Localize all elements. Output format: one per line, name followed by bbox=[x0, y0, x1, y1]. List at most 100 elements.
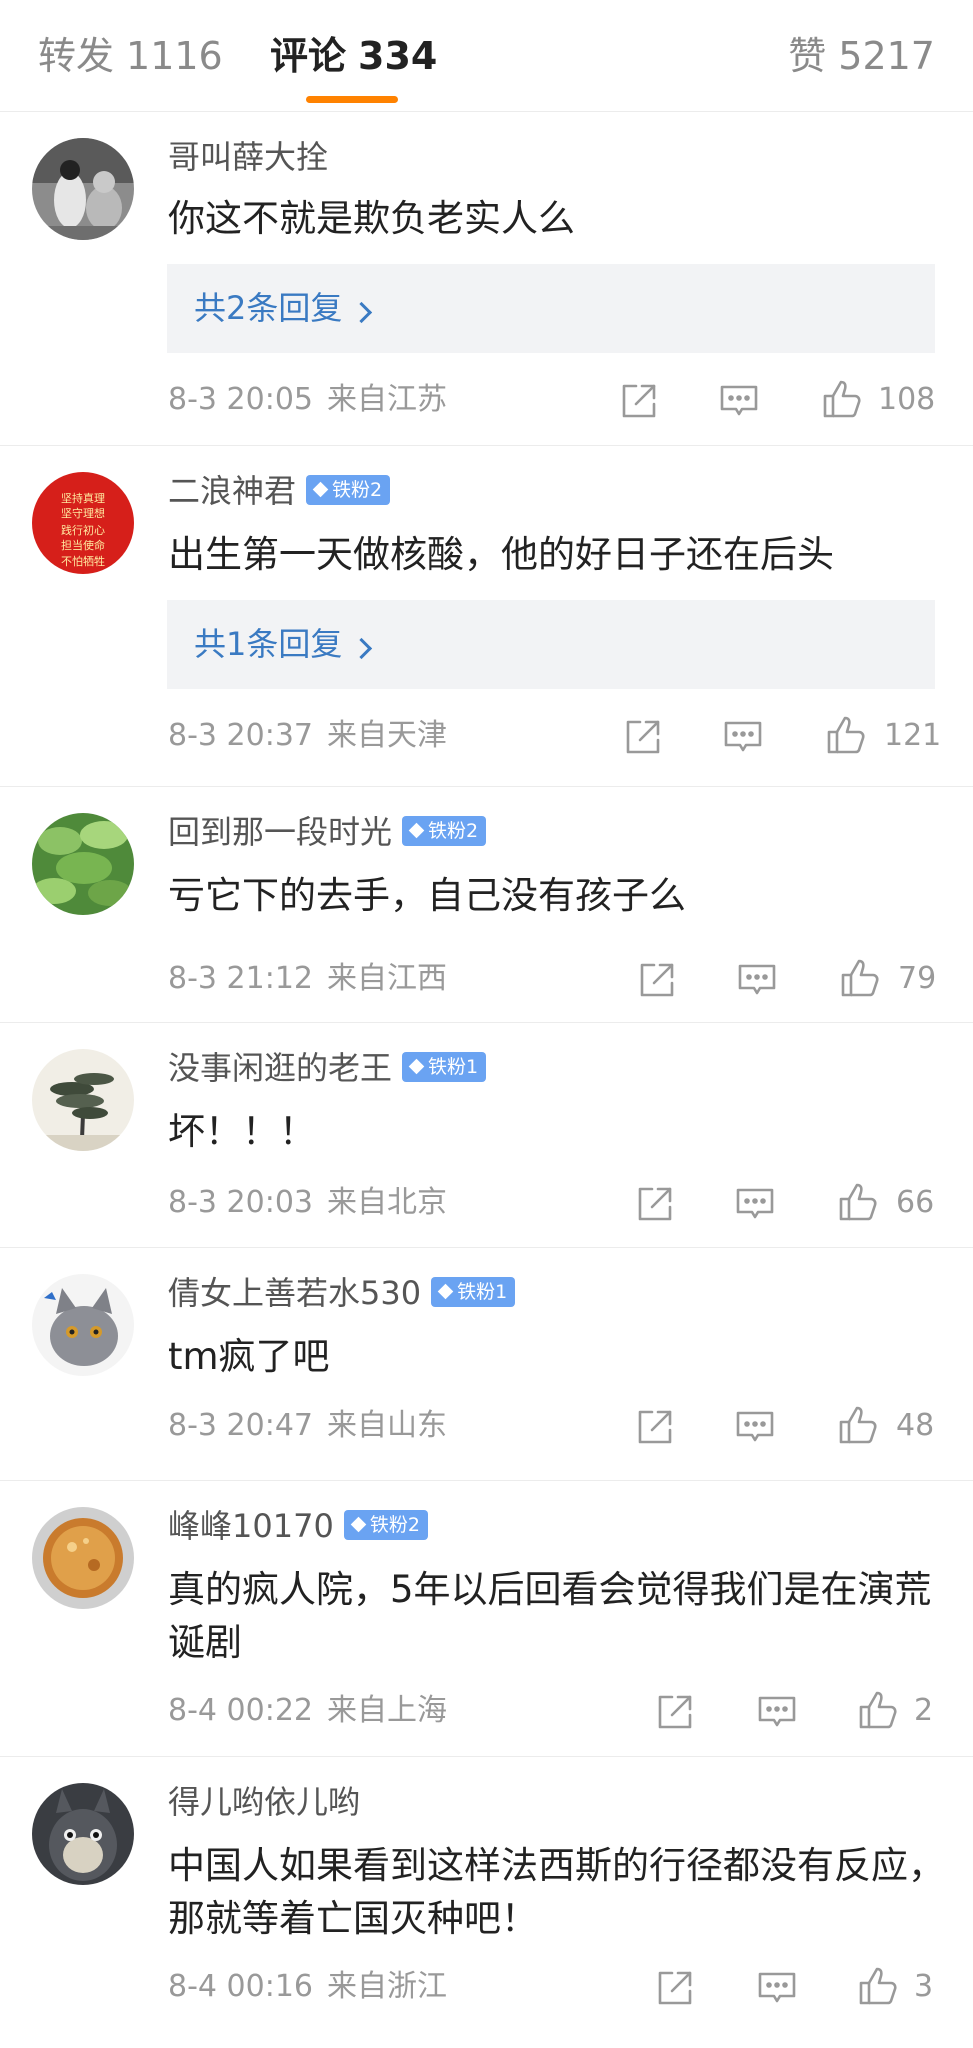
share-icon[interactable] bbox=[634, 1183, 676, 1225]
avatar[interactable]: 坚持真理 坚守理想 践行初心 担当使命 不怕牺牲 bbox=[32, 472, 134, 574]
chevron-right-icon bbox=[351, 637, 373, 660]
comment-time: 8-3 20:05 bbox=[168, 382, 313, 417]
comment-item: 峰峰10170 铁粉2 真的疯人院，5年以后回看会觉得我们是在演荒诞剧 8-4 0… bbox=[0, 1481, 973, 1757]
avatar-banner-line: 不怕牺牲 bbox=[61, 554, 105, 568]
share-icon[interactable] bbox=[634, 1406, 676, 1448]
tab-likes-count: 5217 bbox=[838, 34, 935, 78]
fan-badge: 铁粉1 bbox=[431, 1277, 516, 1307]
comment-item: 回到那一段时光 铁粉2 亏它下的去手，自己没有孩子么 8-3 21:12 来自江西 … bbox=[0, 787, 973, 1023]
comment-text: 你这不就是欺负老实人么 bbox=[168, 197, 575, 240]
comment-icon[interactable] bbox=[734, 1183, 776, 1225]
avatar[interactable] bbox=[32, 1783, 134, 1885]
thumbs-up-icon[interactable] bbox=[825, 714, 867, 756]
share-icon[interactable] bbox=[654, 1967, 696, 2009]
likes-count: 108 bbox=[878, 382, 936, 417]
comment-source: 来自天津 bbox=[327, 718, 447, 753]
thumbs-up-icon[interactable] bbox=[857, 1965, 899, 2007]
comment-icon[interactable] bbox=[718, 380, 760, 422]
thumbs-up-icon[interactable] bbox=[839, 957, 881, 999]
comment-time: 8-4 00:22 bbox=[168, 1693, 313, 1728]
fan-badge: 铁粉1 bbox=[402, 1052, 487, 1082]
avatar-banner-line: 担当使命 bbox=[61, 538, 105, 552]
avatar[interactable] bbox=[32, 138, 134, 240]
fan-badge: 铁粉2 bbox=[306, 475, 391, 505]
comment-meta: 8-3 20:05 来自江苏 bbox=[168, 380, 447, 420]
comment-source: 来自山东 bbox=[327, 1408, 447, 1443]
tab-likes[interactable]: 赞 5217 bbox=[788, 30, 935, 82]
thumbs-up-icon[interactable] bbox=[837, 1404, 879, 1446]
likes-count: 79 bbox=[898, 961, 937, 996]
comment-meta: 8-4 00:22 来自上海 bbox=[168, 1691, 447, 1731]
comment-meta: 8-3 21:12 来自江西 bbox=[168, 959, 447, 999]
avatar[interactable] bbox=[32, 1507, 134, 1609]
username-text: 倩女上善若水530 bbox=[168, 1274, 422, 1312]
share-icon[interactable] bbox=[622, 716, 664, 758]
comment-time: 8-4 00:16 bbox=[168, 1969, 313, 2004]
replies-label: 共2条回复 bbox=[194, 289, 343, 327]
avatar-banner-line: 坚守理想 bbox=[61, 506, 105, 520]
username[interactable]: 没事闲逛的老王 铁粉1 bbox=[168, 1047, 487, 1089]
comment-item: 哥叫薛大拴 你这不就是欺负老实人么 共2条回复 8-3 20:05 来自江苏 10… bbox=[0, 112, 973, 446]
comment-source: 来自江西 bbox=[327, 961, 447, 996]
comment-item: 没事闲逛的老王 铁粉1 坏！！！ 8-3 20:03 来自北京 66 bbox=[0, 1023, 973, 1248]
avatar[interactable] bbox=[32, 1049, 134, 1151]
avatar[interactable] bbox=[32, 813, 134, 915]
replies-label: 共1条回复 bbox=[194, 625, 343, 663]
comment-time: 8-3 20:47 bbox=[168, 1408, 313, 1443]
username[interactable]: 得儿哟依儿哟 bbox=[168, 1781, 360, 1823]
thumbs-up-icon[interactable] bbox=[821, 378, 863, 420]
username[interactable]: 回到那一段时光 铁粉2 bbox=[168, 811, 487, 853]
thumbs-up-icon[interactable] bbox=[837, 1181, 879, 1223]
comment-time: 8-3 20:03 bbox=[168, 1185, 313, 1220]
tab-repost-label: 转发 bbox=[38, 34, 115, 78]
diamond-icon bbox=[408, 1058, 425, 1075]
avatar-banner-line: 践行初心 bbox=[61, 523, 105, 537]
comment-meta: 8-4 00:16 来自浙江 bbox=[168, 1967, 447, 2007]
fan-badge-label: 铁粉2 bbox=[369, 1514, 420, 1536]
thumbs-up-icon[interactable] bbox=[857, 1689, 899, 1731]
username-text: 二浪神君 bbox=[168, 472, 297, 510]
active-tab-indicator bbox=[306, 96, 398, 103]
chevron-right-icon bbox=[351, 301, 373, 324]
comment-item: 得儿哟依儿哟 中国人如果看到这样法西斯的行径都没有反应，那就等着亡国灭种吧！ 8… bbox=[0, 1757, 973, 2048]
username-text: 没事闲逛的老王 bbox=[168, 1049, 393, 1087]
fan-badge-label: 铁粉2 bbox=[428, 820, 479, 842]
replies-link[interactable]: 共2条回复 bbox=[167, 264, 935, 353]
comment-item: 倩女上善若水530 铁粉1 tm疯了吧 8-3 20:47 来自山东 48 bbox=[0, 1248, 973, 1481]
likes-count: 48 bbox=[896, 1408, 935, 1443]
share-icon[interactable] bbox=[654, 1691, 696, 1733]
comment-text: 中国人如果看到这样法西斯的行径都没有反应，那就等着亡国灭种吧！ bbox=[168, 1844, 945, 1940]
likes-count: 3 bbox=[914, 1969, 934, 2004]
tab-repost[interactable]: 转发 1116 bbox=[38, 30, 223, 82]
diamond-icon bbox=[437, 1283, 454, 1300]
username[interactable]: 峰峰10170 铁粉2 bbox=[168, 1505, 428, 1547]
comment-icon[interactable] bbox=[734, 1406, 776, 1448]
comment-source: 来自江苏 bbox=[327, 382, 447, 417]
fan-badge: 铁粉2 bbox=[402, 816, 487, 846]
fan-badge-label: 铁粉1 bbox=[428, 1056, 479, 1078]
comment-text: 出生第一天做核酸，他的好日子还在后头 bbox=[168, 533, 834, 576]
comment-time: 8-3 20:37 bbox=[168, 718, 313, 753]
tab-comments[interactable]: 评论 334 bbox=[270, 30, 437, 82]
share-icon[interactable] bbox=[636, 959, 678, 1001]
avatar[interactable] bbox=[32, 1274, 134, 1376]
tab-comments-label: 评论 bbox=[270, 34, 347, 78]
comment-icon[interactable] bbox=[756, 1691, 798, 1733]
username[interactable]: 哥叫薛大拴 bbox=[168, 136, 328, 178]
username[interactable]: 二浪神君 铁粉2 bbox=[168, 470, 391, 512]
username-text: 回到那一段时光 bbox=[168, 813, 393, 851]
username-text: 峰峰10170 bbox=[168, 1507, 334, 1545]
diamond-icon bbox=[312, 481, 329, 498]
tab-repost-count: 1116 bbox=[126, 34, 223, 78]
username[interactable]: 倩女上善若水530 铁粉1 bbox=[168, 1272, 516, 1314]
comment-icon[interactable] bbox=[756, 1967, 798, 2009]
likes-count: 121 bbox=[884, 718, 942, 753]
replies-link[interactable]: 共1条回复 bbox=[167, 600, 935, 689]
comment-text: 坏！！！ bbox=[168, 1110, 316, 1153]
comment-source: 来自上海 bbox=[327, 1693, 447, 1728]
fan-badge: 铁粉2 bbox=[343, 1510, 428, 1540]
comment-icon[interactable] bbox=[722, 716, 764, 758]
share-icon[interactable] bbox=[618, 380, 660, 422]
comment-time: 8-3 21:12 bbox=[168, 961, 313, 996]
comment-icon[interactable] bbox=[736, 959, 778, 1001]
